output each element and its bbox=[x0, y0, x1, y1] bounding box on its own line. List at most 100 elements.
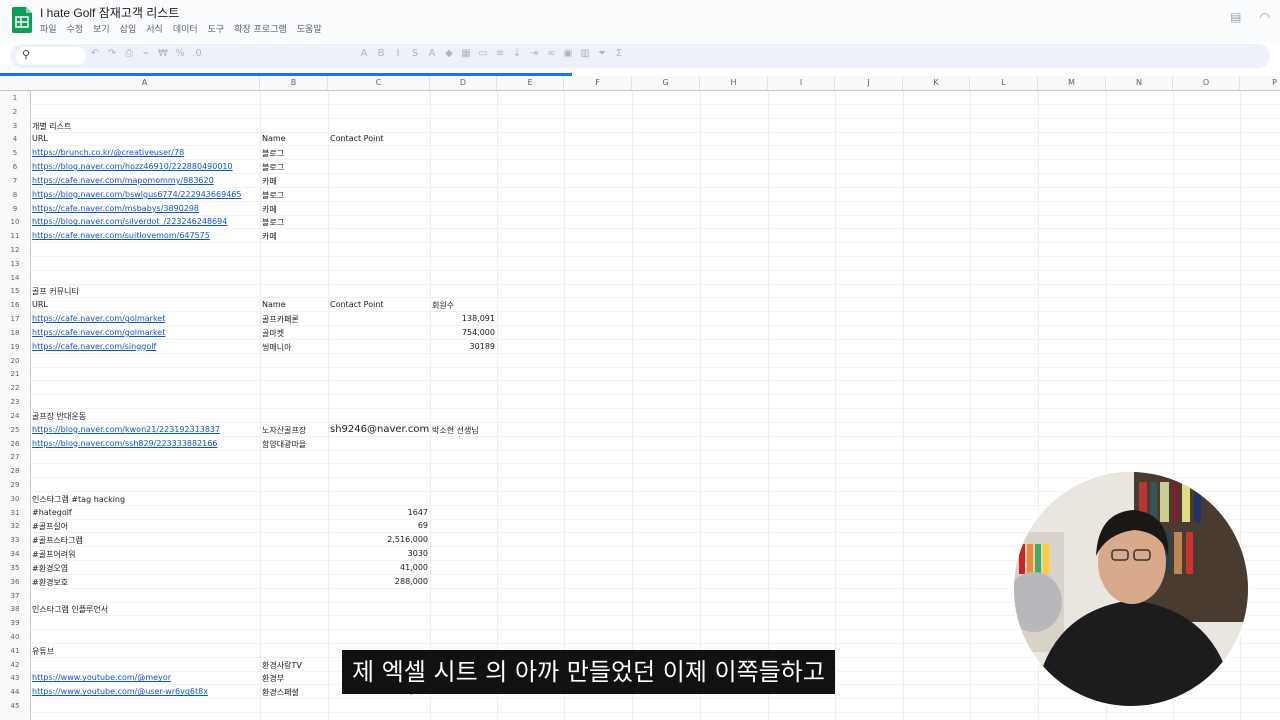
borders-icon[interactable]: ▦ bbox=[461, 48, 471, 59]
row-header-cell[interactable]: 6 bbox=[0, 163, 30, 171]
cell[interactable]: 환경부 bbox=[262, 673, 284, 684]
cell[interactable]: Name bbox=[262, 134, 286, 143]
menu-item[interactable]: 도움말 bbox=[297, 22, 322, 35]
cell[interactable]: Contact Point bbox=[330, 134, 384, 143]
bold-icon[interactable]: B bbox=[376, 48, 386, 59]
cell[interactable]: 개별 리스트 bbox=[32, 121, 71, 132]
undo-icon[interactable]: ↶ bbox=[90, 48, 100, 59]
row-header-cell[interactable]: 24 bbox=[0, 412, 30, 420]
cell[interactable]: 2,516,000 bbox=[328, 535, 428, 544]
cell[interactable]: 유튜브 bbox=[32, 646, 54, 657]
fill-color-icon[interactable]: ◆ bbox=[444, 48, 454, 59]
cell[interactable]: 69 bbox=[328, 521, 428, 530]
column-header-cell[interactable]: N bbox=[1106, 76, 1173, 90]
cell[interactable]: 함양대광마을 bbox=[262, 439, 306, 450]
column-header-cell[interactable]: L bbox=[970, 76, 1038, 90]
sheets-logo-icon[interactable] bbox=[12, 7, 32, 33]
cell-link[interactable]: https://cafe.naver.com/suitlovemom/64757… bbox=[32, 231, 210, 240]
cell[interactable]: 카페 bbox=[262, 204, 277, 215]
strikethrough-icon[interactable]: S bbox=[410, 48, 420, 59]
row-header-cell[interactable]: 19 bbox=[0, 343, 30, 351]
cell[interactable]: #골프스타그램 bbox=[32, 535, 83, 546]
comment-history-icon[interactable]: ▤ bbox=[1230, 10, 1241, 24]
text-color-icon[interactable]: A bbox=[427, 48, 437, 59]
menu-item[interactable]: 삽입 bbox=[120, 22, 137, 35]
row-header-cell[interactable]: 14 bbox=[0, 274, 30, 282]
row-header-cell[interactable]: 31 bbox=[0, 509, 30, 517]
row-header-cell[interactable]: 43 bbox=[0, 674, 30, 682]
row-header-cell[interactable]: 9 bbox=[0, 205, 30, 213]
row-header-cell[interactable]: 27 bbox=[0, 453, 30, 461]
row-header-cell[interactable]: 28 bbox=[0, 467, 30, 475]
column-header-cell[interactable]: E bbox=[497, 76, 564, 90]
row-header-cell[interactable]: 16 bbox=[0, 301, 30, 309]
cell-link[interactable]: https://cafe.naver.com/golmarket bbox=[32, 314, 165, 323]
merge-icon[interactable]: ▭ bbox=[478, 48, 488, 59]
cell[interactable]: 블로그 bbox=[262, 217, 284, 228]
link-icon[interactable]: ∞ bbox=[546, 48, 556, 59]
column-header-cell[interactable]: G bbox=[632, 76, 700, 90]
cell[interactable]: 블로그 bbox=[262, 148, 284, 159]
cell-link[interactable]: https://blog.naver.com/ssh829/2233338821… bbox=[32, 439, 217, 448]
cell-link[interactable]: https://blog.naver.com/kwon21/2231923138… bbox=[32, 425, 220, 434]
row-header-cell[interactable]: 39 bbox=[0, 619, 30, 627]
row-header-cell[interactable]: 42 bbox=[0, 661, 30, 669]
cell[interactable]: Name bbox=[262, 300, 286, 309]
row-header-cell[interactable]: 25 bbox=[0, 426, 30, 434]
cell[interactable]: 블로그 bbox=[262, 162, 284, 173]
print-icon[interactable]: ⎙ bbox=[124, 48, 134, 59]
cell-link[interactable]: https://brunch.co.kr/@creativeuser/78 bbox=[32, 148, 184, 157]
cell[interactable]: 회원수 bbox=[432, 300, 454, 311]
cell[interactable]: 138,091 bbox=[430, 314, 495, 323]
redo-icon[interactable]: ↷ bbox=[107, 48, 117, 59]
row-header-cell[interactable]: 33 bbox=[0, 536, 30, 544]
cell[interactable]: #골프실어 bbox=[32, 521, 68, 532]
font-icon[interactable]: A bbox=[359, 48, 369, 59]
row-header-cell[interactable]: 18 bbox=[0, 329, 30, 337]
cell[interactable]: 3030 bbox=[328, 549, 428, 558]
percent-icon[interactable]: % bbox=[175, 48, 185, 59]
paint-format-icon[interactable]: ⌁ bbox=[141, 48, 151, 59]
cell-link[interactable]: https://www.youtube.com/@user-wr6vq6t8x bbox=[32, 687, 208, 696]
menu-item[interactable]: 파일 bbox=[40, 22, 57, 35]
row-header-cell[interactable]: 44 bbox=[0, 688, 30, 696]
row-header-cell[interactable]: 35 bbox=[0, 564, 30, 572]
cell-link[interactable]: https://cafe.naver.com/mapomommy/883620 bbox=[32, 176, 214, 185]
column-header-cell[interactable]: J bbox=[835, 76, 903, 90]
cell-link[interactable]: https://blog.naver.com/hozz46910/2228804… bbox=[32, 162, 233, 171]
row-header-cell[interactable]: 7 bbox=[0, 177, 30, 185]
row-header-cell[interactable]: 12 bbox=[0, 246, 30, 254]
row-header-cell[interactable]: 29 bbox=[0, 481, 30, 489]
row-header-cell[interactable]: 41 bbox=[0, 647, 30, 655]
row-header-cell[interactable]: 5 bbox=[0, 149, 30, 157]
meet-icon[interactable]: ◠ bbox=[1260, 10, 1270, 24]
document-title[interactable]: I hate Golf 잠재고객 리스트 bbox=[40, 4, 179, 21]
cell[interactable]: 카페 bbox=[262, 231, 277, 242]
column-header-cell[interactable]: P bbox=[1240, 76, 1280, 90]
column-header-cell[interactable]: I bbox=[768, 76, 835, 90]
column-header-cell[interactable]: H bbox=[700, 76, 768, 90]
cell[interactable]: Contact Point bbox=[330, 300, 384, 309]
decimal-icon[interactable]: .0 bbox=[192, 48, 202, 59]
valign-icon[interactable]: ⇣ bbox=[512, 48, 522, 59]
cell[interactable]: 골프카페론 bbox=[262, 314, 299, 325]
menu-item[interactable]: 확장 프로그램 bbox=[234, 22, 287, 35]
filter-icon[interactable]: ⏷ bbox=[597, 48, 607, 59]
cell[interactable]: 노자산골프장 bbox=[262, 425, 306, 436]
comment-icon[interactable]: ▣ bbox=[563, 48, 573, 59]
cell[interactable]: 골프 커뮤니티 bbox=[32, 286, 79, 297]
cell[interactable]: 환경사랑TV bbox=[262, 660, 302, 671]
column-header-cell[interactable]: M bbox=[1038, 76, 1106, 90]
align-icon[interactable]: ≡ bbox=[495, 48, 505, 59]
functions-icon[interactable]: Σ bbox=[614, 48, 624, 59]
column-header-cell[interactable]: D bbox=[430, 76, 497, 90]
row-header-cell[interactable]: 8 bbox=[0, 191, 30, 199]
row-header-cell[interactable]: 2 bbox=[0, 108, 30, 116]
column-header-cell[interactable]: O bbox=[1173, 76, 1240, 90]
row-header-cell[interactable]: 21 bbox=[0, 370, 30, 378]
wrap-icon[interactable]: ⇥ bbox=[529, 48, 539, 59]
row-header-cell[interactable]: 1 bbox=[0, 94, 30, 102]
row-header-cell[interactable]: 34 bbox=[0, 550, 30, 558]
menu-item[interactable]: 수정 bbox=[67, 22, 84, 35]
cell[interactable]: 41,000 bbox=[328, 563, 428, 572]
